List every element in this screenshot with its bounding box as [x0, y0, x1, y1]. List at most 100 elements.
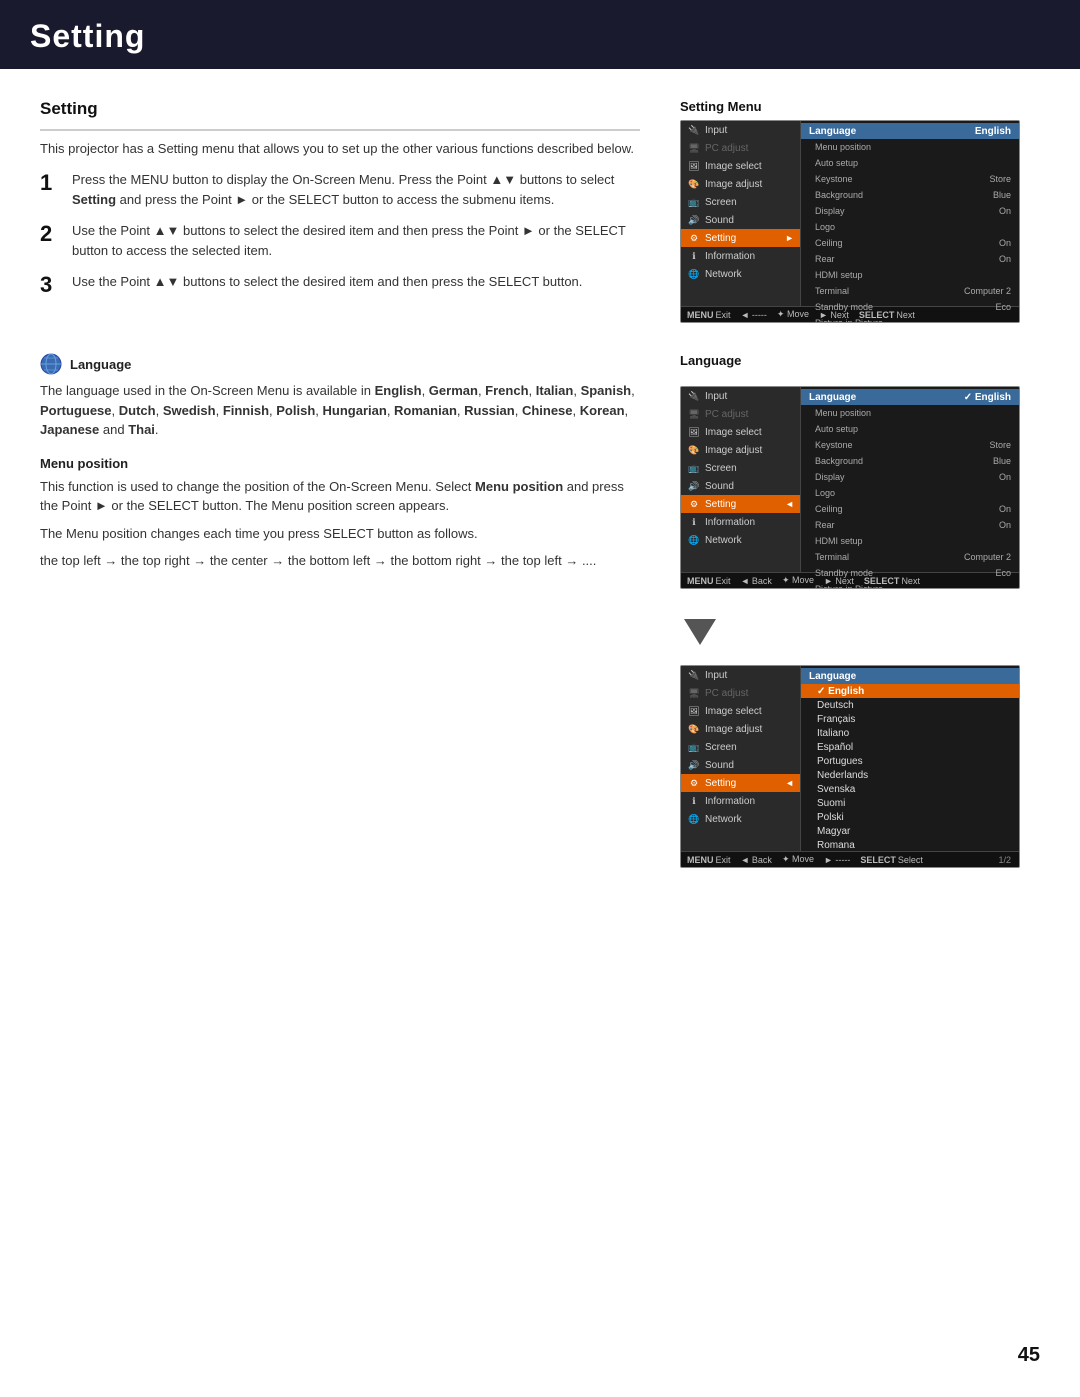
- lang-sel-imageselect-icon: 🖼: [687, 704, 701, 718]
- menu-position-section: Menu position This function is used to c…: [40, 456, 640, 571]
- step-2-text: Use the Point ▲▼ buttons to select the d…: [72, 221, 640, 260]
- imageselect-icon: 🖼: [687, 159, 701, 173]
- menu-left-screen: 📺 Screen: [681, 193, 800, 211]
- menu-right-logo: Logo: [801, 219, 1019, 235]
- footer-move1: ◄ -----: [741, 309, 767, 320]
- lang-menu-autosetup: Auto setup: [801, 421, 1019, 437]
- lang-menu-left: 🔌 Input 🖥 PC adjust 🖼 Image select: [681, 387, 801, 572]
- lang-sel-screen-icon: 📺: [687, 740, 701, 754]
- footer-exit: MENU Exit: [687, 309, 731, 320]
- setting-section-title: Setting: [40, 99, 640, 119]
- lang-sel-setting-icon: ⚙: [687, 776, 701, 790]
- lang-sel-input: 🔌 Input: [681, 666, 800, 684]
- lang-sel-network: 🌐 Network: [681, 810, 800, 828]
- setting-menu-right: Language English Menu position Auto setu…: [801, 121, 1019, 306]
- menu-right-display: DisplayOn: [801, 203, 1019, 219]
- language-menu-inner: 🔌 Input 🖥 PC adjust 🖼 Image select: [681, 387, 1019, 572]
- setting-left-col: Setting This projector has a Setting men…: [40, 99, 640, 323]
- menu-right-terminal: TerminalComputer 2: [801, 283, 1019, 299]
- menu-left-imageselect: 🖼 Image select: [681, 157, 800, 175]
- lang-menu-keystone: KeystoneStore: [801, 437, 1019, 453]
- imageadjust-icon: 🎨: [687, 177, 701, 191]
- lang-option-italiano: Italiano: [801, 726, 1019, 740]
- lang-imageadjust-icon: 🎨: [687, 443, 701, 457]
- lang-option-magyar: Magyar: [801, 824, 1019, 838]
- lang-menu-logo: Logo: [801, 485, 1019, 501]
- screen-icon: 📺: [687, 195, 701, 209]
- setting-menu-title: Setting Menu: [680, 99, 1040, 114]
- lang-select-menu-inner: 🔌 Input 🖥 PC adjust 🖼 Image select: [681, 666, 1019, 851]
- menu-left-setting: ⚙ Setting ►: [681, 229, 800, 247]
- lang-footer-select: SELECT Next: [864, 575, 920, 586]
- down-arrow-svg: [680, 613, 720, 649]
- step-2: 2 Use the Point ▲▼ buttons to select the…: [40, 221, 640, 260]
- lang-sel-sound-icon: 🔊: [687, 758, 701, 772]
- menu-position-desc3: the top left → the top right → the cente…: [40, 551, 640, 571]
- lang-option-suomi: Suomi: [801, 796, 1019, 810]
- lang-option-portugues: Portugues: [801, 754, 1019, 768]
- menu-right-background: BackgroundBlue: [801, 187, 1019, 203]
- lang-menu-input: 🔌 Input: [681, 387, 800, 405]
- top-section: Setting This projector has a Setting men…: [40, 99, 1040, 323]
- lang-sel-input-icon: 🔌: [687, 668, 701, 682]
- lang-sel-sound: 🔊 Sound: [681, 756, 800, 774]
- lang-sel-footer-move: ✦ Move: [782, 854, 814, 865]
- lang-footer-next: ► Next: [824, 575, 854, 586]
- lang-option-romana: Romana: [801, 838, 1019, 852]
- menu-right-rear: RearOn: [801, 251, 1019, 267]
- lang-screen-icon: 📺: [687, 461, 701, 475]
- footer-move2: ✦ Move: [777, 309, 809, 320]
- lang-menu-ceiling: CeilingOn: [801, 501, 1019, 517]
- pcadjust-icon: 🖥: [687, 141, 701, 155]
- step-1-num: 1: [40, 170, 62, 196]
- step-3-num: 3: [40, 272, 62, 298]
- input-icon: 🔌: [687, 123, 701, 137]
- lang-sel-information-icon: ℹ: [687, 794, 701, 808]
- lang-menu-pcadjust: 🖥 PC adjust: [681, 405, 800, 423]
- lang-sel-footer-exit: MENU Exit: [687, 854, 731, 865]
- lang-menu-display: DisplayOn: [801, 469, 1019, 485]
- menu-position-desc1: This function is used to change the posi…: [40, 477, 640, 516]
- lang-option-english: ✓ English: [801, 684, 1019, 698]
- lang-option-espanol: Español: [801, 740, 1019, 754]
- lang-setting-icon: ⚙: [687, 497, 701, 511]
- page-wrapper: Setting Setting This projector has a Set…: [0, 0, 1080, 1397]
- page-header: Setting: [0, 0, 1080, 69]
- setting-icon: ⚙: [687, 231, 701, 245]
- menu-right-menuposition: Menu position: [801, 139, 1019, 155]
- lang-sel-imageadjust: 🎨 Image adjust: [681, 720, 800, 738]
- lang-option-francais: Français: [801, 712, 1019, 726]
- lang-sel-footer-select: SELECT Select: [860, 854, 923, 865]
- step-3: 3 Use the Point ▲▼ buttons to select the…: [40, 272, 640, 298]
- lang-sel-footer-dash: ► -----: [824, 854, 850, 865]
- lang-sel-imageselect: 🖼 Image select: [681, 702, 800, 720]
- setting-menu-left: 🔌 Input 🖥 PC adjust 🖼 Image select: [681, 121, 801, 306]
- lang-select-right-header: Language: [801, 668, 1019, 684]
- lang-menu-hdmi: HDMI setup: [801, 533, 1019, 549]
- menu-left-imageadjust: 🎨 Image adjust: [681, 175, 800, 193]
- lang-sel-pcadjust-icon: 🖥: [687, 686, 701, 700]
- network-icon: 🌐: [687, 267, 701, 281]
- page-header-title: Setting: [30, 18, 1050, 55]
- lang-menu-network: 🌐 Network: [681, 531, 800, 549]
- lang-option-polski: Polski: [801, 810, 1019, 824]
- language-icon-row: Language: [40, 353, 640, 375]
- menu-left-sound: 🔊 Sound: [681, 211, 800, 229]
- setting-menu-inner: 🔌 Input 🖥 PC adjust 🖼 Image select: [681, 121, 1019, 306]
- menu-position-desc2: The Menu position changes each time you …: [40, 524, 640, 544]
- setting-intro: This projector has a Setting menu that a…: [40, 141, 640, 156]
- footer-next1: ► Next: [819, 309, 849, 320]
- menu-right-hdmi: HDMI setup: [801, 267, 1019, 283]
- lang-sound-icon: 🔊: [687, 479, 701, 493]
- language-menu-title: Language: [680, 353, 741, 368]
- lang-option-deutsch: Deutsch: [801, 698, 1019, 712]
- menu-left-information: ℹ Information: [681, 247, 800, 265]
- lang-menu-right: Language ✓ English Menu position Auto se…: [801, 387, 1019, 572]
- step-1-text: Press the MENU button to display the On-…: [72, 170, 640, 209]
- lang-footer-back: ◄ Back: [741, 575, 772, 586]
- lang-menu-right-header: Language ✓ English: [801, 389, 1019, 405]
- menu-position-title: Menu position: [40, 456, 640, 471]
- menu-right-ceiling: CeilingOn: [801, 235, 1019, 251]
- lang-footer-exit: MENU Exit: [687, 575, 731, 586]
- lang-sel-network-icon: 🌐: [687, 812, 701, 826]
